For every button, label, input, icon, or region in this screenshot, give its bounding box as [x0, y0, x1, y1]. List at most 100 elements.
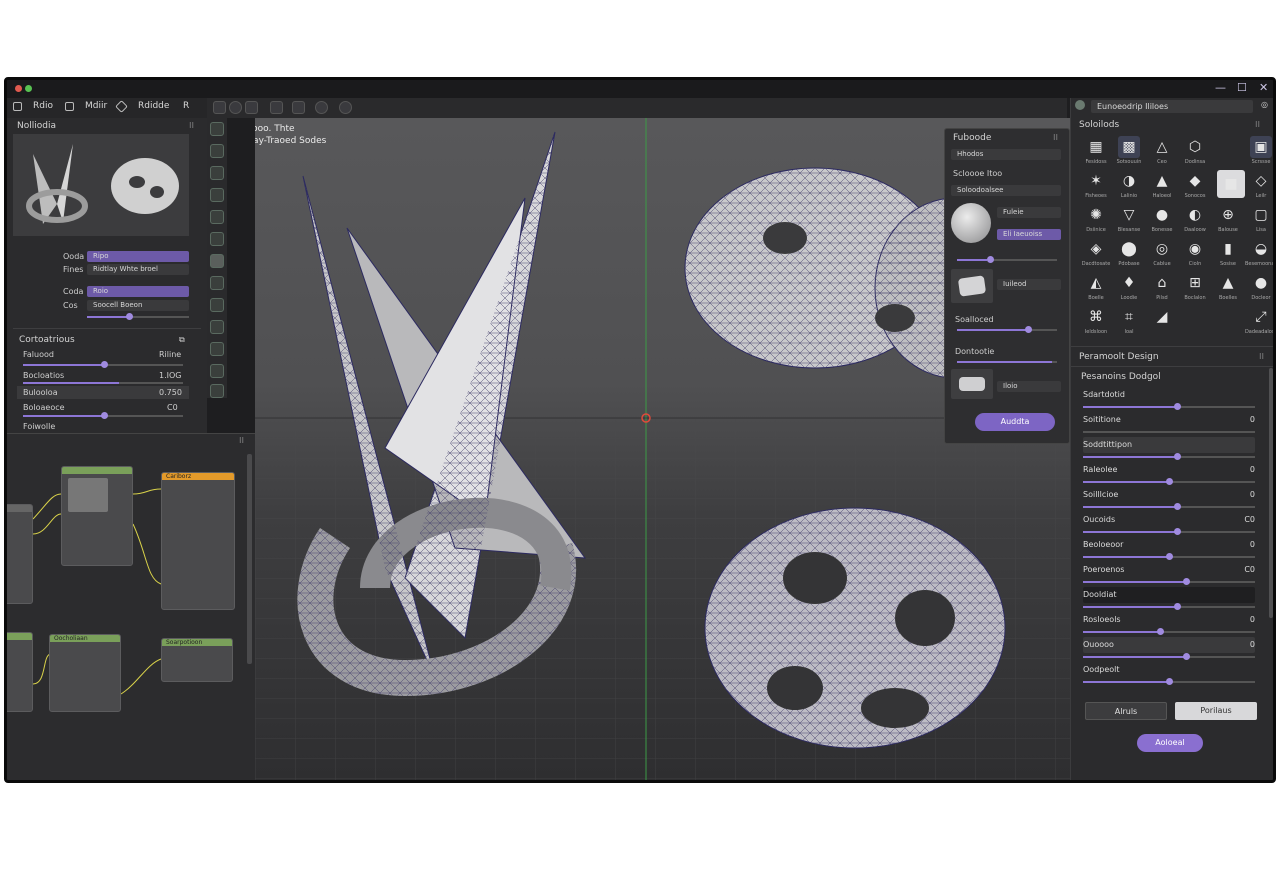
apply-button[interactable]: Aoloeal	[1137, 734, 1203, 752]
frame-icon[interactable]: ▢	[1250, 204, 1272, 226]
menu-item-rdio[interactable]: Rdio	[33, 101, 53, 111]
float-slider-2[interactable]	[957, 326, 1057, 333]
menu-item-rdidde[interactable]: Rdidde	[138, 101, 169, 111]
slider-knob[interactable]	[1165, 478, 1173, 485]
star-icon[interactable]: ✺	[1085, 204, 1107, 226]
pyramid-icon[interactable]: △	[1151, 136, 1173, 158]
preview-rock-icon[interactable]	[951, 269, 993, 303]
slider-knob[interactable]	[1165, 553, 1173, 560]
blank2-icon[interactable]	[1184, 306, 1206, 328]
cancel-button[interactable]: Alruls	[1085, 702, 1167, 720]
spike-icon[interactable]: ▲	[1217, 272, 1239, 294]
gem-icon[interactable]: ◭	[1085, 272, 1107, 294]
param-slider[interactable]	[1083, 503, 1255, 510]
asset-settings-icon[interactable]: ◎	[1261, 100, 1268, 109]
maximize-dot-icon[interactable]	[25, 85, 32, 92]
render-tool-icon[interactable]	[270, 101, 283, 114]
param-slider[interactable]	[1083, 403, 1255, 410]
thumbnail-crystal[interactable]	[13, 134, 101, 236]
bowl-icon[interactable]: ◒	[1250, 238, 1272, 260]
brush-icon[interactable]	[115, 100, 128, 113]
float-dropdown[interactable]: Soloodoalsee	[951, 185, 1061, 196]
transform-tool-icon[interactable]	[210, 210, 224, 224]
crosshair-icon[interactable]: ⊕	[1217, 204, 1239, 226]
faluood-slider[interactable]	[23, 361, 183, 368]
param-slider[interactable]	[1083, 528, 1255, 535]
box-icon[interactable]: ◆	[1184, 170, 1206, 192]
param-slider[interactable]	[1083, 453, 1255, 460]
thumbnail-blob[interactable]	[101, 134, 189, 236]
node-cariborz[interactable]: Cariborz	[161, 472, 235, 610]
slider-knob[interactable]	[1174, 528, 1182, 535]
knot-icon[interactable]: ✶	[1085, 170, 1107, 192]
float-panel-menu-icon[interactable]: ⁝⁝	[1053, 133, 1058, 142]
float-select-1[interactable]: Fuleie	[997, 207, 1061, 218]
slider-knob[interactable]	[1165, 678, 1173, 685]
close-icon[interactable]: ✕	[1259, 81, 1268, 94]
node-image[interactable]	[61, 466, 133, 566]
light-tool-icon[interactable]	[210, 364, 224, 378]
param-slider[interactable]	[1083, 553, 1255, 560]
param-slider[interactable]	[1083, 653, 1255, 660]
param-slider[interactable]	[1083, 478, 1255, 485]
sphere-icon[interactable]: ◐	[1184, 204, 1206, 226]
slider-knob[interactable]	[1182, 653, 1190, 660]
float-slider-3[interactable]	[957, 361, 1057, 363]
slider-knob[interactable]	[1174, 603, 1182, 610]
path-icon[interactable]: ◈	[1085, 238, 1107, 260]
restore-icon[interactable]: ☐	[1237, 81, 1247, 94]
slider-knob[interactable]	[1182, 578, 1190, 585]
float-action-button[interactable]: Auddta	[975, 413, 1055, 431]
overlay-tool-icon[interactable]	[339, 101, 352, 114]
blank1-icon[interactable]	[1217, 136, 1239, 158]
ring-icon[interactable]: ◎	[1151, 238, 1173, 260]
camera-tool-icon[interactable]	[245, 101, 258, 114]
node-editor[interactable]: ⁝⁝ Cariborz Oocholiaan Soarpotioon	[7, 433, 255, 780]
param-slider[interactable]	[1083, 431, 1255, 433]
blob-sculpture-bottom[interactable]	[704, 507, 1006, 749]
move-tool-icon[interactable]	[210, 144, 224, 158]
slider-knob[interactable]	[1156, 628, 1164, 635]
node-input-left[interactable]	[7, 504, 33, 604]
flame-icon[interactable]: ♦	[1118, 272, 1140, 294]
float-button-1[interactable]: Eli Iaeuoiss	[997, 229, 1061, 240]
shading-tool-icon[interactable]	[315, 101, 328, 114]
float-select-3[interactable]: Iloio	[997, 381, 1061, 392]
stretch-icon[interactable]: ⤢	[1250, 306, 1272, 328]
design-menu-icon[interactable]: ⁝⁝	[1259, 352, 1264, 361]
float-field[interactable]: Hhodos	[951, 149, 1061, 160]
preview-button[interactable]: Porilaus	[1175, 702, 1257, 720]
globe-tool-icon[interactable]	[210, 232, 224, 246]
torus-icon[interactable]: ◉	[1184, 238, 1206, 260]
node-soarpotioon[interactable]: Soarpotioon	[161, 638, 233, 682]
panel-menu-icon[interactable]: ⁝⁝	[189, 121, 194, 130]
circle-icon[interactable]: ◑	[1118, 170, 1140, 192]
material-tool-icon[interactable]	[292, 101, 305, 114]
diamond-icon[interactable]: ◇	[1250, 170, 1272, 192]
lattice-icon[interactable]: ⊞	[1184, 272, 1206, 294]
node-input-left2[interactable]	[7, 632, 33, 712]
sculpt-tool-icon[interactable]	[210, 298, 224, 312]
slider-knob[interactable]	[1174, 453, 1182, 460]
menu-item-mdiir[interactable]: Mdiir	[85, 101, 107, 111]
mesh-icon[interactable]: ⌗	[1118, 306, 1140, 328]
grid-icon[interactable]: ▦	[1085, 136, 1107, 158]
menu-item-r[interactable]: R	[183, 101, 189, 111]
view-tool-icon[interactable]	[213, 101, 226, 114]
grid2-icon[interactable]: ▩	[1118, 136, 1140, 158]
twist-icon[interactable]: ⌘	[1085, 306, 1107, 328]
annotate-tool-icon[interactable]	[210, 342, 224, 356]
close-dot-icon[interactable]	[15, 85, 22, 92]
bocloatios-slider[interactable]	[23, 382, 183, 384]
rotate-tool-icon[interactable]	[210, 166, 224, 180]
cylinder-icon[interactable]: ▮	[1217, 238, 1239, 260]
asset-search[interactable]: Eunoeodrip Ililoes	[1091, 100, 1253, 113]
drop-icon[interactable]: ●	[1151, 204, 1173, 226]
menu-icon[interactable]	[13, 102, 22, 111]
paint-tool-icon[interactable]	[210, 276, 224, 290]
preview-sphere-icon[interactable]	[951, 203, 991, 243]
scale-tool-icon[interactable]	[210, 188, 224, 202]
camera-icon[interactable]	[210, 384, 224, 398]
sphere-tool-icon[interactable]	[229, 101, 242, 114]
param-slider[interactable]	[1083, 578, 1255, 585]
